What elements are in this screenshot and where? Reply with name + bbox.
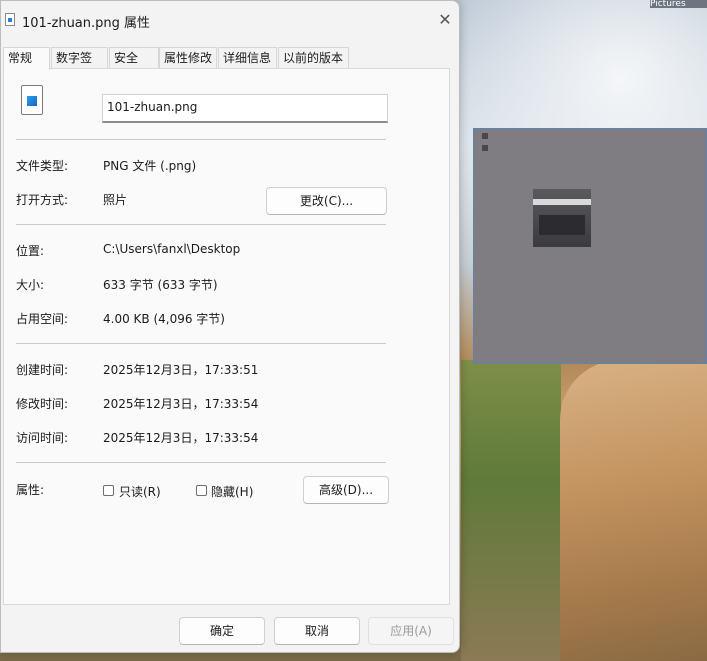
created-label: 创建时间: xyxy=(16,363,69,377)
open-with-value: 照片 xyxy=(103,193,128,207)
location-label: 位置: xyxy=(16,244,45,258)
hidden-checkbox[interactable] xyxy=(196,485,207,496)
image-file-icon xyxy=(21,85,43,115)
tab-security[interactable]: 安全 xyxy=(109,47,159,69)
desktop-clipped-text: Pictures xyxy=(650,0,707,8)
file-type-label: 文件类型: xyxy=(16,159,69,173)
png-file-icon xyxy=(5,13,15,26)
size-value: 633 字节 (633 字节) xyxy=(103,278,218,292)
tab-digital-signature[interactable]: 数字签名 xyxy=(51,47,108,85)
preview-dot-icon xyxy=(482,133,488,139)
hidden-label[interactable]: 隐藏(H) xyxy=(211,483,253,500)
modified-label: 修改时间: xyxy=(16,397,69,411)
tab-previous-versions[interactable]: 以前的版本 xyxy=(278,47,349,69)
wallpaper-vegetation xyxy=(461,360,561,661)
close-button[interactable]: ✕ xyxy=(431,7,459,33)
accessed-label: 访问时间: xyxy=(16,431,69,445)
image-preview-window[interactable] xyxy=(473,128,707,364)
preview-thumbnail-image xyxy=(533,189,591,247)
attributes-label: 属性: xyxy=(16,483,45,497)
disk-size-label: 占用空间: xyxy=(16,312,69,326)
tab-strip: 常规 数字签名 安全 属性修改 详细信息 以前的版本 xyxy=(1,47,459,85)
location-value: C:\Users\fanxl\Desktop xyxy=(103,242,241,256)
file-type-value: PNG 文件 (.png) xyxy=(103,159,197,173)
divider xyxy=(16,224,386,225)
wallpaper-cliff xyxy=(560,360,707,661)
divider xyxy=(16,139,386,140)
created-value: 2025年12月3日，17:33:51 xyxy=(103,363,259,377)
cancel-button[interactable]: 取消 xyxy=(274,617,360,645)
divider xyxy=(16,343,386,344)
advanced-button[interactable]: 高级(D)... xyxy=(303,476,389,504)
accessed-value: 2025年12月3日，17:33:54 xyxy=(103,431,259,445)
general-panel xyxy=(3,68,450,605)
change-button[interactable]: 更改(C)... xyxy=(266,187,387,215)
preview-dot-icon xyxy=(482,145,488,151)
filename-field[interactable]: 101-zhuan.png xyxy=(102,94,388,123)
readonly-checkbox[interactable] xyxy=(103,485,114,496)
ok-button[interactable]: 确定 xyxy=(179,617,265,645)
disk-size-value: 4.00 KB (4,096 字节) xyxy=(103,312,225,326)
apply-button[interactable]: 应用(A) xyxy=(368,617,454,645)
title-bar[interactable]: 101-zhuan.png 属性 ✕ xyxy=(1,1,459,39)
open-with-label: 打开方式: xyxy=(16,193,69,207)
dialog-title: 101-zhuan.png 属性 xyxy=(22,16,151,31)
tab-attribute-modify[interactable]: 属性修改 xyxy=(159,47,217,69)
readonly-label[interactable]: 只读(R) xyxy=(119,483,161,500)
size-label: 大小: xyxy=(16,278,45,292)
modified-value: 2025年12月3日，17:33:54 xyxy=(103,397,259,411)
dialog-footer: 确定 取消 应用(A) xyxy=(1,605,459,652)
properties-dialog: 101-zhuan.png 属性 ✕ 常规 数字签名 安全 属性修改 详细信息 … xyxy=(0,0,460,653)
divider xyxy=(16,462,386,463)
tab-general[interactable]: 常规 xyxy=(3,47,50,70)
tab-details[interactable]: 详细信息 xyxy=(218,47,277,69)
